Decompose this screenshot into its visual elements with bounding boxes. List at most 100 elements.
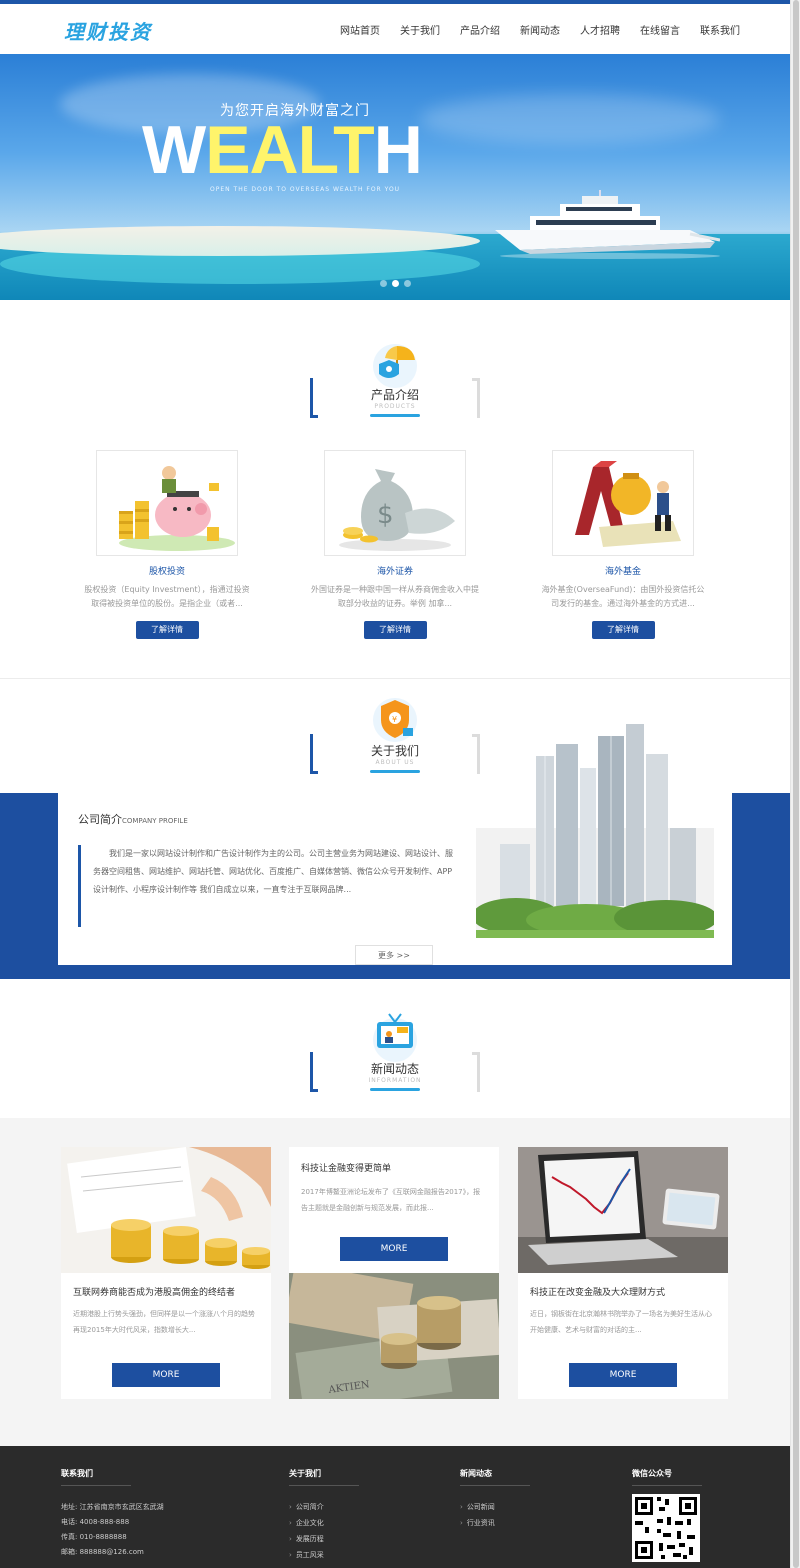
site-footer: 联系我们 地址: 江苏省南京市玄武区玄武湖 电话: 4008-888-888 传… <box>0 1446 790 1568</box>
product-desc: 外国证券是一种跟中国一样从券商佣金收入中提取部分收益的证券。举例 加拿... <box>311 585 479 608</box>
news-card-3[interactable]: 科技正在改变金融及大众理财方式 近日，钢板街在北京瀚林书院举办了一场名为美好生活… <box>518 1147 728 1399</box>
title-underline <box>370 414 420 417</box>
headline-h: H <box>373 112 423 188</box>
product-name[interactable]: 股权投资 <box>82 564 252 577</box>
footer-address: 地址: 江苏省南京市玄武区玄武湖 <box>61 1503 164 1511</box>
svg-text:$: $ <box>377 500 394 530</box>
company-profile-heading: 公司简介COMPANY PROFILE <box>78 811 188 827</box>
product-details-button[interactable]: 了解详情 <box>135 621 199 639</box>
footer-link-label: 发展历程 <box>295 1535 324 1543</box>
hero-banner[interactable]: 为您开启海外财富之门 WEALTH OPEN THE DOOR TO OVERS… <box>0 54 790 300</box>
about-more-button[interactable]: 更多 >> <box>355 945 433 965</box>
footer-link[interactable]: › 员工风采 <box>289 1548 359 1563</box>
wechat-qr-code[interactable] <box>632 1494 700 1562</box>
city-skyline-image <box>476 724 714 938</box>
product-card-securities: $ 海外证券 外国证券是一种跟中国一样从券商佣金收入中提取部分收益的证券。举例 … <box>310 450 480 639</box>
product-details-button[interactable]: 了解详情 <box>363 621 427 639</box>
company-profile-text: 我们是一家以网站设计制作和广告设计制作为主的公司。公司主营业务为网站建设、网站设… <box>78 845 456 927</box>
umbrella-shield-icon <box>373 344 417 388</box>
nav-message[interactable]: 在线留言 <box>640 22 680 37</box>
nav-about[interactable]: 关于我们 <box>400 22 440 37</box>
products-title-en: PRODUCTS <box>374 403 416 410</box>
scrollbar-thumb[interactable] <box>793 0 799 1568</box>
news-title: 新闻动态 <box>370 1062 419 1076</box>
shield-badge-icon: ¥ <box>373 698 417 742</box>
news-image[interactable] <box>518 1147 728 1273</box>
chevron-right-icon: › <box>460 1519 463 1527</box>
news-desc: 2017年博鳌亚洲论坛发布了《互联网金融报告2017》，报告主题就是金融创新与规… <box>301 1188 481 1212</box>
news-image[interactable] <box>61 1147 271 1273</box>
about-section-title: ¥ 关于我们 ABOUT US <box>310 694 480 794</box>
nav-news[interactable]: 新闻动态 <box>520 22 560 37</box>
footer-wechat: 微信公众号 <box>632 1468 702 1486</box>
news-title[interactable]: 科技正在改变金融及大众理财方式 <box>518 1273 728 1298</box>
slider-dots <box>380 280 411 287</box>
piggy-bank-illustration <box>119 466 235 551</box>
slider-dot-2[interactable] <box>392 280 399 287</box>
products-section-title: 产品介绍 PRODUCTS <box>310 338 480 438</box>
footer-phone: 电话: 4008-888-888 <box>61 1518 130 1526</box>
footer-link[interactable]: › 行业资讯 <box>460 1516 530 1531</box>
news-more-button[interactable]: MORE <box>112 1363 220 1387</box>
title-underline <box>370 770 420 773</box>
news-card-1[interactable]: 互联网券商能否成为港股高佣金的终结者 近期港股上行势头强劲，但同样是以一个涨涨八… <box>61 1147 271 1399</box>
money-bag-illustration: $ <box>339 469 455 551</box>
footer-about-heading: 关于我们 <box>289 1468 359 1486</box>
chevron-right-icon: › <box>289 1535 292 1543</box>
news-more-button[interactable]: MORE <box>569 1363 677 1387</box>
fund-illustration <box>575 461 681 547</box>
chevron-right-icon: › <box>289 1551 292 1559</box>
nav-contact[interactable]: 联系我们 <box>700 22 740 37</box>
yacht-illustration <box>495 190 720 259</box>
page-scrollbar[interactable] <box>790 0 800 1568</box>
news-title[interactable]: 科技让金融变得更简单 <box>289 1147 499 1174</box>
site-header: 理财投资 网站首页 关于我们 产品介绍 新闻动态 人才招聘 在线留言 联系我们 <box>0 4 790 54</box>
footer-contact-heading: 联系我们 <box>61 1468 131 1486</box>
news-image[interactable]: AKTIEN <box>289 1263 499 1399</box>
nav-careers[interactable]: 人才招聘 <box>580 22 620 37</box>
about-title: 关于我们 <box>370 744 419 758</box>
nav-products[interactable]: 产品介绍 <box>460 22 500 37</box>
product-details-button[interactable]: 了解详情 <box>591 621 655 639</box>
footer-link[interactable]: › 发展历程 <box>289 1532 359 1547</box>
footer-news-heading: 新闻动态 <box>460 1468 530 1486</box>
footer-link[interactable]: › 公司简介 <box>289 1500 359 1515</box>
news-card-2[interactable]: 科技让金融变得更简单 2017年博鳌亚洲论坛发布了《互联网金融报告2017》，报… <box>289 1147 499 1399</box>
footer-link-label: 企业文化 <box>295 1519 324 1527</box>
footer-link-label: 行业资讯 <box>466 1519 495 1527</box>
slider-dot-3[interactable] <box>404 280 411 287</box>
product-image[interactable] <box>552 450 694 556</box>
chevron-right-icon: › <box>289 1519 292 1527</box>
product-desc: 股权投资（Equity Investment），指通过投资取得被投资单位的股份。… <box>84 585 250 608</box>
slider-dot-1[interactable] <box>380 280 387 287</box>
product-name[interactable]: 海外证券 <box>310 564 480 577</box>
footer-link[interactable]: › 公司新闻 <box>460 1500 530 1515</box>
news-title-en: INFORMATION <box>368 1077 422 1084</box>
laptop-chart-image <box>518 1147 728 1273</box>
nav-home[interactable]: 网站首页 <box>340 22 380 37</box>
footer-wechat-heading: 微信公众号 <box>632 1468 702 1486</box>
product-name[interactable]: 海外基金 <box>538 564 708 577</box>
footer-fax: 传真: 010-8888888 <box>61 1533 127 1541</box>
footer-email: 邮箱: 888888@126.com <box>61 1548 144 1556</box>
headline-highlight: EALT <box>205 112 374 188</box>
footer-about: 关于我们 › 公司简介 › 企业文化 › 发展历程 › 员工风采 <box>289 1468 359 1563</box>
site-logo[interactable]: 理财投资 <box>64 16 152 45</box>
company-profile-cn: 公司简介 <box>78 813 122 826</box>
product-image[interactable]: $ <box>324 450 466 556</box>
main-nav: 网站首页 关于我们 产品介绍 新闻动态 人才招聘 在线留言 联系我们 <box>340 22 760 37</box>
headline-w: W <box>142 112 206 188</box>
news-desc: 近期港股上行势头强劲，但同样是以一个涨涨八个月的趋势再现2015年大时代风采，指… <box>73 1310 255 1334</box>
svg-text:¥: ¥ <box>392 715 397 724</box>
chevron-right-icon: › <box>289 1503 292 1511</box>
banner-headline: WEALTH <box>142 116 423 184</box>
news-section-title: 新闻动态 INFORMATION <box>310 1012 480 1112</box>
news-title[interactable]: 互联网券商能否成为港股高佣金的终结者 <box>61 1273 271 1298</box>
product-image[interactable] <box>96 450 238 556</box>
gold-coins-image <box>61 1147 271 1273</box>
news-more-button[interactable]: MORE <box>340 1237 448 1261</box>
about-title-en: ABOUT US <box>375 759 415 766</box>
products-title: 产品介绍 <box>370 388 419 402</box>
footer-link[interactable]: › 企业文化 <box>289 1516 359 1531</box>
product-card-equity: 股权投资 股权投资（Equity Investment），指通过投资取得被投资单… <box>82 450 252 639</box>
